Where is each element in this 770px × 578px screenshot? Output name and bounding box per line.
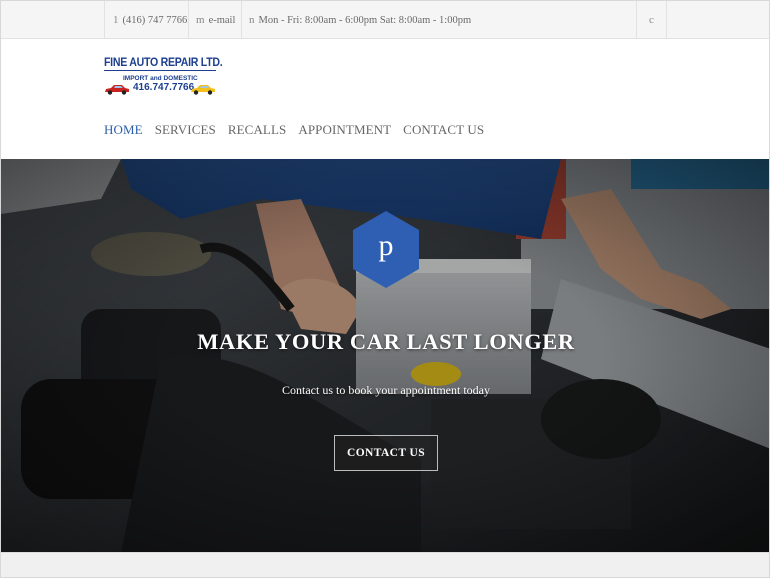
email-contact[interactable]: m e-mail	[188, 1, 241, 39]
phone-number: (416) 747 7766	[122, 14, 188, 26]
phone-icon: 1	[113, 14, 119, 26]
badge-letter: p	[378, 229, 394, 262]
hero-title: MAKE YOUR CAR LAST LONGER	[197, 329, 575, 354]
nav-contact-us[interactable]: CONTACT US	[403, 122, 484, 138]
contact-us-button[interactable]: CONTACT US	[334, 435, 438, 471]
logo-divider	[104, 70, 216, 71]
hours-text: Mon - Fri: 8:00am - 6:00pm Sat: 8:00am -…	[258, 14, 472, 26]
content-below-fold	[1, 552, 769, 577]
business-hours: n Mon - Fri: 8:00am - 6:00pm Sat: 8:00am…	[241, 1, 636, 39]
site-logo[interactable]: FINE AUTO REPAIR LTD. IMPORT and DOMESTI…	[104, 57, 223, 99]
top-bar: 1 (416) 747 7766 m e-mail n Mon - Fri: 8…	[1, 1, 769, 39]
yellow-car-icon	[191, 85, 215, 95]
logo-title: FINE AUTO REPAIR LTD.	[104, 57, 223, 69]
logo-phone: 416.747.7766	[133, 82, 195, 93]
nav-recalls[interactable]: RECALLS	[228, 122, 286, 138]
nav-services[interactable]: SERVICES	[155, 122, 216, 138]
phone-contact[interactable]: 1 (416) 747 7766	[104, 1, 188, 39]
site-header: FINE AUTO REPAIR LTD. IMPORT and DOMESTI…	[1, 39, 769, 159]
hero-subtitle: Contact us to book your appointment toda…	[282, 383, 490, 397]
clock-icon: n	[249, 14, 255, 26]
email-icon: m	[196, 14, 205, 26]
nav-appointment[interactable]: APPOINTMENT	[298, 122, 391, 138]
nav-home[interactable]: HOME	[104, 122, 143, 138]
badge-hexagon: p	[351, 211, 421, 289]
email-link[interactable]: e-mail	[209, 15, 236, 26]
red-car-icon	[105, 85, 129, 95]
main-nav: HOME SERVICES RECALLS APPOINTMENT CONTAC…	[104, 122, 484, 138]
social-link[interactable]: c	[636, 1, 667, 39]
page: 1 (416) 747 7766 m e-mail n Mon - Fri: 8…	[0, 0, 770, 578]
logo-subtitle: IMPORT and DOMESTIC	[123, 75, 198, 82]
hero-banner: p MAKE YOUR CAR LAST LONGER Contact us t…	[1, 159, 769, 552]
social-icon[interactable]: c	[649, 14, 654, 26]
